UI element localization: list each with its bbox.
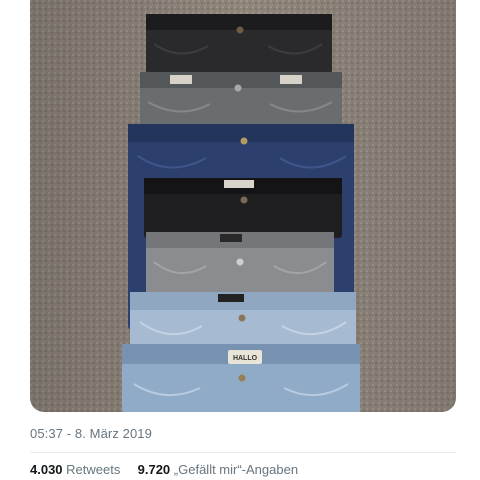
jeans-black — [146, 14, 332, 74]
jeans-light-grey — [146, 232, 334, 298]
likes-stat[interactable]: 9.720 „Gefällt mir“-Angaben — [138, 462, 298, 477]
retweets-stat[interactable]: 4.030 Retweets — [30, 462, 124, 477]
jeans-grey — [140, 72, 342, 130]
tweet-timestamp[interactable]: 05:37 - 8. März 2019 — [30, 426, 152, 441]
retweets-count: 4.030 — [30, 462, 63, 477]
divider — [30, 452, 456, 453]
tweet-stats: 4.030 Retweets 9.720 „Gefällt mir“-Angab… — [30, 462, 298, 477]
tweet-card: HALLO 05:37 - 8. März 2019 4.030 Retweet… — [0, 0, 480, 480]
retweets-label: Retweets — [66, 462, 121, 477]
jeans-bleached: HALLO — [122, 344, 360, 412]
likes-label: „Gefällt mir“-Angaben — [173, 462, 299, 477]
likes-count: 9.720 — [137, 462, 171, 477]
tweet-media-image[interactable]: HALLO — [30, 0, 456, 412]
hallo-label-lettering: HALLO — [233, 355, 258, 362]
jeans-black-middle — [144, 178, 342, 238]
